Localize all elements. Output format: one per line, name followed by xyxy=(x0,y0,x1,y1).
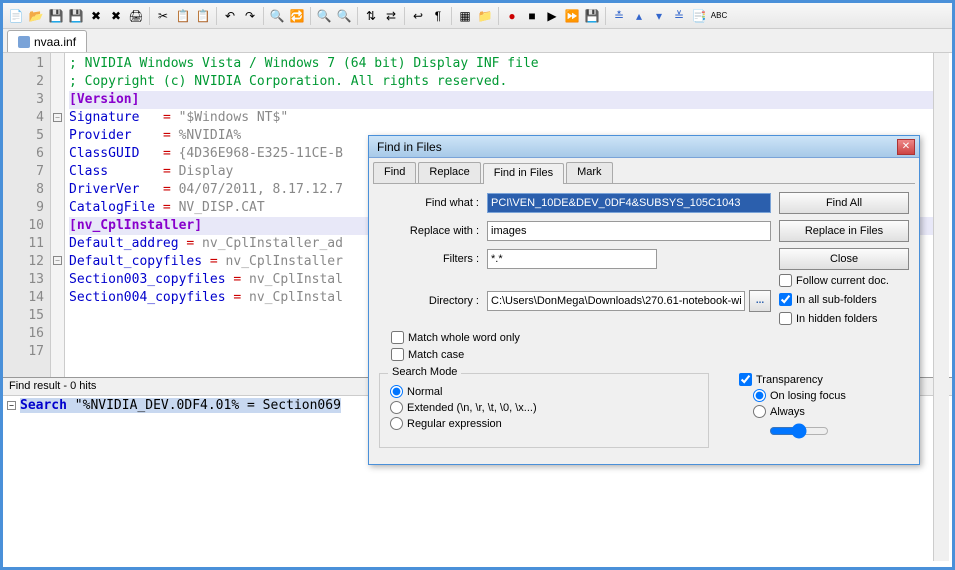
hidden-folders-checkbox[interactable]: In hidden folders xyxy=(779,312,909,325)
search-mode-extended[interactable]: Extended (\n, \r, \t, \0, \x...) xyxy=(390,401,698,414)
dialog-tabs: FindReplaceFind in FilesMark xyxy=(373,162,915,184)
file-icon xyxy=(18,36,30,48)
cut-icon[interactable]: ✂ xyxy=(154,7,172,25)
transparency-group: Transparency On losing focus Always xyxy=(729,373,909,448)
sub-folders-checkbox[interactable]: In all sub-folders xyxy=(779,293,909,306)
redo-icon[interactable]: ↷ xyxy=(241,7,259,25)
close-file-icon[interactable]: ✖ xyxy=(87,7,105,25)
undo-icon[interactable]: ↶ xyxy=(221,7,239,25)
vertical-scrollbar[interactable] xyxy=(933,53,949,561)
fold-box-icon[interactable]: − xyxy=(53,113,62,122)
file-tab[interactable]: nvaa.inf xyxy=(7,30,87,52)
find-all-button[interactable]: Find All xyxy=(779,192,909,214)
main-toolbar: 📄 📂 💾 💾 ✖ ✖ 🖨 ✂ 📋 📋 ↶ ↷ 🔍 🔁 🔍 🔍 ⇅ ⇄ ↩ ¶ … xyxy=(3,3,952,29)
replace-icon[interactable]: 🔁 xyxy=(288,7,306,25)
filters-input[interactable] xyxy=(487,249,657,269)
transparency-always[interactable]: Always xyxy=(753,405,899,418)
code-line: [Version] xyxy=(69,91,948,109)
follow-doc-checkbox[interactable]: Follow current doc. xyxy=(779,274,909,287)
play-icon[interactable]: ▶ xyxy=(543,7,561,25)
find-icon[interactable]: 🔍 xyxy=(268,7,286,25)
paste-icon[interactable]: 📋 xyxy=(194,7,212,25)
expand-icon[interactable]: ▴ xyxy=(630,7,648,25)
expand-all-icon[interactable]: ≚ xyxy=(670,7,688,25)
transparency-on-losing[interactable]: On losing focus xyxy=(753,389,899,402)
sync-h-icon[interactable]: ⇄ xyxy=(382,7,400,25)
transparency-checkbox[interactable]: Transparency xyxy=(739,373,899,386)
print-icon[interactable]: 🖨 xyxy=(127,7,145,25)
code-line: Signature = "$Windows NT$" xyxy=(69,109,948,127)
save-all-icon[interactable]: 💾 xyxy=(67,7,85,25)
replace-in-files-button[interactable]: Replace in Files xyxy=(779,220,909,242)
dialog-tab-mark[interactable]: Mark xyxy=(566,162,612,183)
filters-label: Filters : xyxy=(379,253,479,265)
replace-with-label: Replace with : xyxy=(379,225,479,237)
find-in-files-dialog: Find in Files ✕ FindReplaceFind in Files… xyxy=(368,135,920,465)
save-macro-icon[interactable]: 💾 xyxy=(583,7,601,25)
dialog-tab-find[interactable]: Find xyxy=(373,162,416,183)
search-mode-regex[interactable]: Regular expression xyxy=(390,417,698,430)
record-icon[interactable]: ● xyxy=(503,7,521,25)
line-number-gutter: 1234567891011121314151617 xyxy=(3,53,51,377)
indent-guide-icon[interactable]: ▦ xyxy=(456,7,474,25)
replace-with-input[interactable] xyxy=(487,221,771,241)
file-tab-bar: nvaa.inf xyxy=(3,29,952,53)
show-all-icon[interactable]: ¶ xyxy=(429,7,447,25)
dialog-tab-replace[interactable]: Replace xyxy=(418,162,480,183)
dialog-title: Find in Files xyxy=(373,140,897,154)
hide-lines-icon[interactable]: 📑 xyxy=(690,7,708,25)
zoom-in-icon[interactable]: 🔍 xyxy=(315,7,333,25)
fold-box-icon[interactable]: − xyxy=(53,256,62,265)
find-what-label: Find what : xyxy=(379,197,479,209)
wrap-icon[interactable]: ↩ xyxy=(409,7,427,25)
open-icon[interactable]: 📂 xyxy=(27,7,45,25)
close-all-icon[interactable]: ✖ xyxy=(107,7,125,25)
browse-directory-button[interactable]: ... xyxy=(749,290,771,312)
close-icon[interactable]: ✕ xyxy=(897,139,915,155)
collapse-all-icon[interactable]: ▾ xyxy=(650,7,668,25)
collapse-icon[interactable]: ≛ xyxy=(610,7,628,25)
directory-input[interactable] xyxy=(487,291,745,311)
search-mode-group: Search Mode Normal Extended (\n, \r, \t,… xyxy=(379,373,709,448)
directory-label: Directory : xyxy=(379,295,479,307)
new-file-icon[interactable]: 📄 xyxy=(7,7,25,25)
spell-icon[interactable]: ABC xyxy=(710,7,728,25)
sync-v-icon[interactable]: ⇅ xyxy=(362,7,380,25)
transparency-slider[interactable] xyxy=(769,423,829,439)
search-mode-normal[interactable]: Normal xyxy=(390,385,698,398)
folder-icon[interactable]: 📁 xyxy=(476,7,494,25)
fold-gutter: − − xyxy=(51,53,65,377)
dialog-titlebar[interactable]: Find in Files ✕ xyxy=(369,136,919,158)
stop-icon[interactable]: ■ xyxy=(523,7,541,25)
find-what-input[interactable] xyxy=(487,193,771,213)
zoom-out-icon[interactable]: 🔍 xyxy=(335,7,353,25)
copy-icon[interactable]: 📋 xyxy=(174,7,192,25)
code-line: ; NVIDIA Windows Vista / Windows 7 (64 b… xyxy=(69,55,948,73)
save-icon[interactable]: 💾 xyxy=(47,7,65,25)
close-button[interactable]: Close xyxy=(779,248,909,270)
match-case-checkbox[interactable]: Match case xyxy=(391,348,771,361)
code-line: ; Copyright (c) NVIDIA Corporation. All … xyxy=(69,73,948,91)
dialog-tab-find-in-files[interactable]: Find in Files xyxy=(483,163,564,184)
file-tab-label: nvaa.inf xyxy=(34,35,76,49)
play-fast-icon[interactable]: ⏩ xyxy=(563,7,581,25)
fold-box-icon[interactable]: − xyxy=(7,401,16,410)
whole-word-checkbox[interactable]: Match whole word only xyxy=(391,331,771,344)
